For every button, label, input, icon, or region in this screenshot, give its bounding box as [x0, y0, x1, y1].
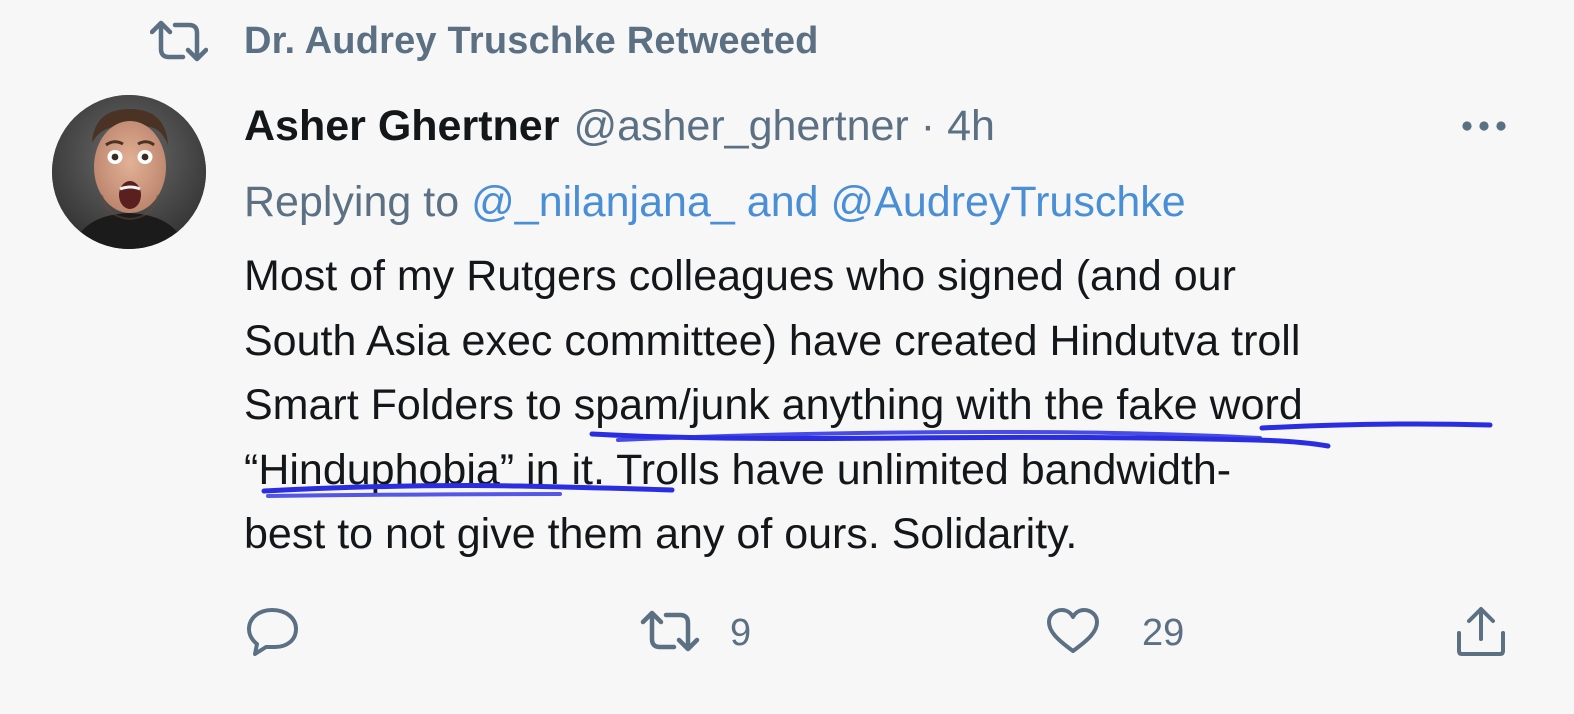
replying-to-label: Replying to	[244, 177, 460, 226]
reply-button[interactable]	[246, 598, 300, 668]
reply-mention-link[interactable]: @_nilanjana_	[471, 178, 735, 227]
share-icon	[1454, 605, 1508, 662]
heart-icon	[1046, 607, 1100, 660]
tweet-text-line: Most of my Rutgers colleagues who signed…	[244, 252, 1236, 300]
tweet-actions: 9 29	[0, 598, 1574, 668]
reply-icon	[246, 606, 300, 661]
tweet-timestamp[interactable]: 4h	[947, 102, 995, 151]
like-button[interactable]: 29	[1046, 598, 1184, 668]
retweet-button[interactable]: 9	[640, 598, 751, 668]
separator-dot: ·	[920, 101, 936, 150]
retweeted-by-label[interactable]: Dr. Audrey Truschke Retweeted	[244, 20, 819, 63]
avatar[interactable]	[52, 95, 206, 249]
retweet-icon	[149, 19, 209, 63]
tweet-text-line: South Asia exec committee) have created …	[244, 316, 1301, 365]
more-horizontal-icon[interactable]	[1456, 108, 1512, 144]
like-count: 29	[1142, 611, 1185, 654]
tweet-text: Most of my Rutgers colleagues who signed…	[244, 244, 1544, 567]
retweet-icon	[640, 609, 700, 658]
tweet-text-line: Smart Folders to spam/junk anything with…	[244, 381, 1303, 429]
reply-mention-link[interactable]: @AudreyTruschke	[831, 178, 1186, 227]
tweet-text-line: “Hinduphobia” in it. Trolls have unlimit…	[244, 445, 1232, 494]
tweet-text-line: best to not give them any of ours. Solid…	[244, 510, 1078, 558]
author-name[interactable]: Asher Ghertner	[244, 102, 559, 151]
retweet-count: 9	[730, 611, 752, 654]
reply-and-label: and	[746, 177, 819, 226]
avatar-photo	[52, 95, 206, 249]
tweet-card[interactable]: Dr. Audrey Truschke Retweeted Asher Gher…	[0, 0, 1574, 714]
replying-to-line: Replying to @_nilanjana_ and @AudreyTrus…	[244, 172, 1186, 232]
share-button[interactable]	[1454, 598, 1508, 668]
retweet-context: Dr. Audrey Truschke Retweeted	[149, 14, 819, 68]
author-handle[interactable]: @asher_ghertner	[573, 102, 908, 151]
tweet-header: Asher Ghertner @asher_ghertner · 4h	[244, 96, 995, 156]
